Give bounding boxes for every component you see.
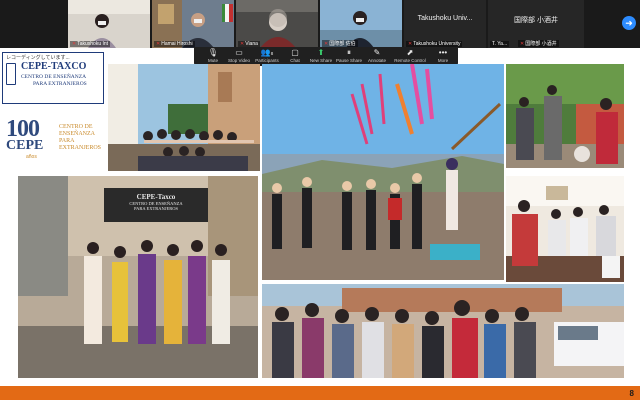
- muted-mic-icon: ✕: [520, 41, 525, 47]
- participants-count: 8: [270, 51, 274, 56]
- crest-icon: [6, 63, 16, 85]
- photo-crowd-street: [262, 284, 624, 378]
- photo-group-church: [108, 64, 260, 171]
- participant-display-name: 国際部 小酒井: [514, 17, 558, 24]
- arrow-right-icon[interactable]: ➜: [622, 16, 636, 30]
- photo-students-meal: [506, 176, 624, 282]
- participant-name: T. Ya...: [492, 41, 508, 47]
- participants-button[interactable]: 👥8 Participants: [252, 48, 282, 63]
- participant-name: Takushoku Int: [77, 41, 109, 47]
- participant-tile[interactable]: 国際部 小酒井 T. Ya... ✕国際部 小酒井: [488, 0, 584, 48]
- photo-group-plaque: CEPE-Taxco CENTRO DE ENSEÑANZA PARA EXTR…: [18, 176, 258, 378]
- participant-tile[interactable]: ✕Takushoku Int: [68, 0, 150, 48]
- recording-label: レコーディングしています...: [6, 55, 70, 61]
- more-dots-icon: •••: [438, 48, 448, 57]
- participant-tile[interactable]: ✕Hamai Hiroshi: [152, 0, 234, 48]
- cepe-plaque: CEPE-Taxco CENTRO DE ENSEÑANZA PARA EXTR…: [129, 193, 183, 211]
- remote-control-button[interactable]: ⬈ Remote Control: [392, 48, 428, 63]
- zoom-window: ✕Takushoku Int ✕Hamai Hiroshi ✕Viana ✕国際…: [0, 0, 640, 400]
- participant-display-name: Takushoku Univ...: [417, 15, 473, 22]
- participant-name: 国際部 小酒井: [525, 41, 557, 47]
- pause-share-button[interactable]: ⏸ Pause Share: [334, 48, 364, 63]
- stop-video-button[interactable]: ▭ Stop Video: [224, 48, 254, 63]
- participant-tile[interactable]: ✕国際部 佐伯: [320, 0, 402, 48]
- participant-tile[interactable]: Takushoku Univ... ✕Takushoku University: [404, 0, 486, 48]
- annotate-button[interactable]: ✎ Annotate: [362, 48, 392, 63]
- pause-icon: ⏸: [347, 48, 351, 57]
- muted-mic-icon: ✕: [156, 41, 161, 47]
- photo-students-garden: [506, 64, 624, 168]
- new-share-button[interactable]: ⬆ New Share: [306, 48, 336, 63]
- share-screen-icon: ⬆: [317, 48, 325, 57]
- cursor-icon: ⬈: [406, 48, 414, 57]
- photo-pinata: [262, 64, 504, 280]
- video-camera-icon: ▭: [235, 48, 243, 57]
- muted-mic-icon: ✕: [72, 41, 77, 47]
- more-button[interactable]: ••• More: [428, 48, 458, 63]
- participant-strip: ✕Takushoku Int ✕Hamai Hiroshi ✕Viana ✕国際…: [0, 0, 640, 48]
- participant-tile[interactable]: ✕Viana: [236, 0, 318, 48]
- participant-name: Hamai Hiroshi: [161, 41, 193, 47]
- centenary-logo: 100 CEPE años CENTRO DE ENSEÑANZA PARA E…: [6, 116, 102, 160]
- slide-page-number: 8: [629, 389, 634, 398]
- cepe-taxco-logo: レコーディングしています... CEPE-TAXCO CENTRO DE ENS…: [2, 52, 104, 104]
- pencil-icon: ✎: [373, 48, 381, 57]
- participants-icon: 👥8: [260, 48, 274, 57]
- slide-footer-bar: 8: [0, 386, 640, 400]
